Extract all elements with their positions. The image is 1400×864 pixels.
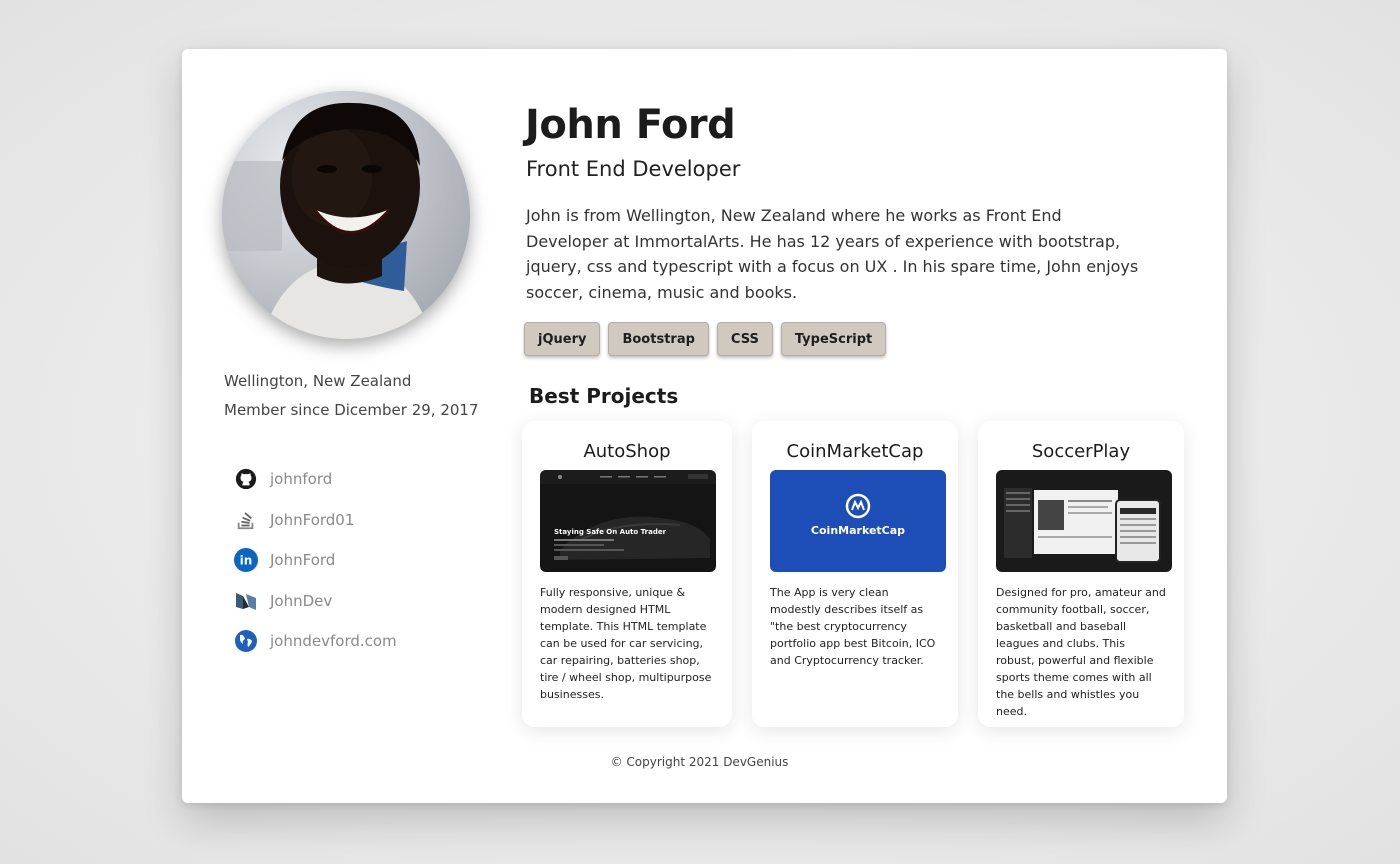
profile-role: Front End Developer <box>526 157 741 181</box>
project-description: The App is very clean modestly describes… <box>770 586 936 667</box>
project-thumbnail-soccerplay[interactable] <box>996 470 1172 572</box>
location-text: Wellington, New Zealand <box>224 372 412 390</box>
social-label-github[interactable]: johnford <box>270 470 332 488</box>
social-item-github[interactable]: johnford <box>234 459 464 500</box>
stackoverflow-icon <box>234 508 258 532</box>
thumbnail-caption: Staying Safe On Auto Trader <box>554 528 667 536</box>
project-name: SoccerPlay <box>1031 441 1131 462</box>
social-label-linkedin[interactable]: JohnFord <box>270 551 335 569</box>
project-thumbnail-autoshop[interactable]: Staying Safe On Auto Trader <box>540 470 716 572</box>
social-item-linkedin[interactable]: in JohnFord <box>234 540 464 581</box>
linkedin-icon: in <box>234 548 258 573</box>
medium-icon <box>234 589 258 613</box>
skill-tag-jquery[interactable]: jQuery <box>524 322 601 356</box>
social-label-stackoverflow[interactable]: JohnFord01 <box>270 511 354 529</box>
member-since-text: Member since Dicember 29, 2017 <box>224 401 479 419</box>
social-item-medium[interactable]: JohnDev <box>234 581 464 622</box>
globe-icon <box>234 629 258 653</box>
profile-bio: John is from Wellington, New Zealand whe… <box>526 206 1139 302</box>
projects-list: AutoShop Staying Safe On Auto Trader Ful… <box>522 421 1184 727</box>
avatar <box>222 91 470 339</box>
social-label-medium[interactable]: JohnDev <box>270 592 332 610</box>
social-item-stackoverflow[interactable]: JohnFord01 <box>234 500 464 541</box>
project-card-soccerplay[interactable]: SoccerPlay Designed for pro, amateur and… <box>978 421 1184 727</box>
project-card-coinmarketcap[interactable]: CoinMarketCap CoinMarketCap The App is v… <box>752 421 958 727</box>
profile-name: John Ford <box>525 102 736 148</box>
projects-title: Best Projects <box>529 384 679 408</box>
skill-tag-css[interactable]: CSS <box>716 322 773 356</box>
profile-card: Wellington, New Zealand Member since Dic… <box>182 49 1227 803</box>
github-icon <box>234 467 258 491</box>
social-item-website[interactable]: johndevford.com <box>234 621 464 662</box>
social-label-website[interactable]: johndevford.com <box>270 632 397 650</box>
social-links: johnford JohnFord01 in JohnFord JohnDev … <box>234 459 464 662</box>
project-thumbnail-coinmarketcap[interactable]: CoinMarketCap <box>770 470 946 572</box>
skill-tags: jQuery Bootstrap CSS TypeScript <box>524 322 887 356</box>
project-card-autoshop[interactable]: AutoShop Staying Safe On Auto Trader Ful… <box>522 421 732 727</box>
footer-copyright: © Copyright 2021 DevGenius <box>610 755 789 769</box>
skill-tag-bootstrap[interactable]: Bootstrap <box>608 322 709 356</box>
project-name: CoinMarketCap <box>786 441 924 462</box>
avatar-photo <box>222 91 470 339</box>
project-description: Designed for pro, amateur and community … <box>996 586 1166 718</box>
project-description: Fully responsive, unique & modern design… <box>540 586 712 701</box>
skill-tag-typescript[interactable]: TypeScript <box>780 322 887 356</box>
thumbnail-caption: CoinMarketCap <box>811 524 905 537</box>
svg-text:in: in <box>240 554 253 568</box>
project-name: AutoShop <box>583 441 671 462</box>
